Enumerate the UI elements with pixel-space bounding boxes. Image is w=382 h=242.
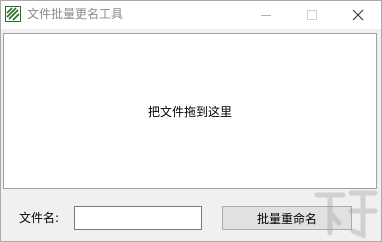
file-drop-zone[interactable]: 把文件拖到这里 (3, 33, 377, 189)
watermark-logo (309, 185, 382, 242)
minimize-icon (261, 15, 271, 16)
filename-input[interactable] (74, 206, 202, 230)
close-button[interactable] (335, 1, 381, 29)
window-title: 文件批量更名工具 (27, 7, 124, 21)
maximize-icon (307, 10, 317, 20)
close-icon (352, 9, 364, 21)
drop-zone-hint: 把文件拖到这里 (147, 105, 232, 119)
app-logo-icon (5, 6, 21, 22)
title-bar[interactable]: 文件批量更名工具 (1, 1, 381, 29)
app-window: 文件批量更名工具 把文件拖到这里 文件名: 批量重命名 (0, 0, 382, 242)
maximize-button[interactable] (289, 1, 335, 29)
filename-label: 文件名: (19, 211, 60, 225)
minimize-button[interactable] (243, 1, 289, 29)
